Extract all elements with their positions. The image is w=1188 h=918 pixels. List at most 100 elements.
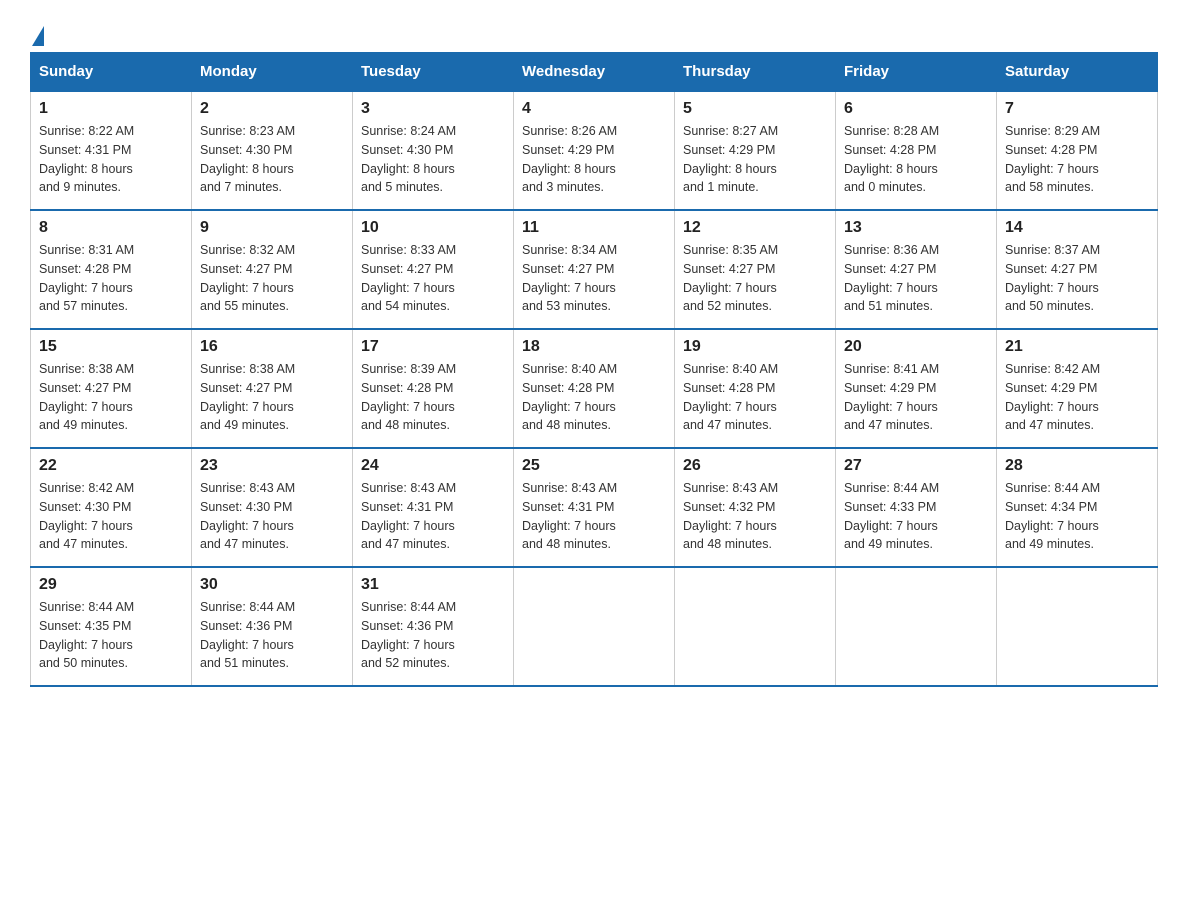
calendar-cell: 7 Sunrise: 8:29 AMSunset: 4:28 PMDaylight…: [997, 91, 1158, 210]
day-number: 19: [683, 338, 827, 356]
day-number: 5: [683, 100, 827, 118]
calendar-cell: [997, 567, 1158, 686]
calendar-cell: 5 Sunrise: 8:27 AMSunset: 4:29 PMDaylight…: [675, 91, 836, 210]
day-number: 26: [683, 457, 827, 475]
day-number: 31: [361, 576, 505, 594]
day-info: Sunrise: 8:36 AMSunset: 4:27 PMDaylight:…: [844, 241, 988, 316]
column-header-friday: Friday: [836, 53, 997, 92]
day-number: 27: [844, 457, 988, 475]
calendar-cell: 29 Sunrise: 8:44 AMSunset: 4:35 PMDayligh…: [31, 567, 192, 686]
day-number: 6: [844, 100, 988, 118]
day-number: 8: [39, 219, 183, 237]
calendar-cell: 9 Sunrise: 8:32 AMSunset: 4:27 PMDaylight…: [192, 210, 353, 329]
day-info: Sunrise: 8:42 AMSunset: 4:29 PMDaylight:…: [1005, 360, 1149, 435]
day-info: Sunrise: 8:29 AMSunset: 4:28 PMDaylight:…: [1005, 122, 1149, 197]
day-number: 23: [200, 457, 344, 475]
calendar-cell: 11 Sunrise: 8:34 AMSunset: 4:27 PMDayligh…: [514, 210, 675, 329]
calendar-cell: [675, 567, 836, 686]
day-info: Sunrise: 8:31 AMSunset: 4:28 PMDaylight:…: [39, 241, 183, 316]
calendar-cell: 8 Sunrise: 8:31 AMSunset: 4:28 PMDaylight…: [31, 210, 192, 329]
column-header-wednesday: Wednesday: [514, 53, 675, 92]
calendar-cell: 20 Sunrise: 8:41 AMSunset: 4:29 PMDayligh…: [836, 329, 997, 448]
day-number: 16: [200, 338, 344, 356]
calendar-cell: 12 Sunrise: 8:35 AMSunset: 4:27 PMDayligh…: [675, 210, 836, 329]
calendar-cell: 17 Sunrise: 8:39 AMSunset: 4:28 PMDayligh…: [353, 329, 514, 448]
day-number: 10: [361, 219, 505, 237]
day-number: 7: [1005, 100, 1149, 118]
calendar-cell: 27 Sunrise: 8:44 AMSunset: 4:33 PMDayligh…: [836, 448, 997, 567]
calendar-table: SundayMondayTuesdayWednesdayThursdayFrid…: [30, 52, 1158, 687]
day-number: 24: [361, 457, 505, 475]
day-number: 20: [844, 338, 988, 356]
day-info: Sunrise: 8:28 AMSunset: 4:28 PMDaylight:…: [844, 122, 988, 197]
header: [30, 20, 1158, 42]
day-info: Sunrise: 8:43 AMSunset: 4:30 PMDaylight:…: [200, 479, 344, 554]
calendar-cell: 16Sunrise: 8:38 AMSunset: 4:27 PMDayligh…: [192, 329, 353, 448]
day-number: 12: [683, 219, 827, 237]
day-info: Sunrise: 8:40 AMSunset: 4:28 PMDaylight:…: [522, 360, 666, 435]
calendar-cell: 26Sunrise: 8:43 AMSunset: 4:32 PMDayligh…: [675, 448, 836, 567]
day-info: Sunrise: 8:42 AMSunset: 4:30 PMDaylight:…: [39, 479, 183, 554]
calendar-cell: 22 Sunrise: 8:42 AMSunset: 4:30 PMDayligh…: [31, 448, 192, 567]
day-number: 9: [200, 219, 344, 237]
column-header-sunday: Sunday: [31, 53, 192, 92]
column-header-tuesday: Tuesday: [353, 53, 514, 92]
calendar-cell: 1Sunrise: 8:22 AMSunset: 4:31 PMDaylight…: [31, 91, 192, 210]
calendar-cell: 10 Sunrise: 8:33 AMSunset: 4:27 PMDayligh…: [353, 210, 514, 329]
calendar-cell: [514, 567, 675, 686]
day-number: 11: [522, 219, 666, 237]
week-row-4: 22 Sunrise: 8:42 AMSunset: 4:30 PMDayligh…: [31, 448, 1158, 567]
calendar-cell: [836, 567, 997, 686]
day-info: Sunrise: 8:44 AMSunset: 4:35 PMDaylight:…: [39, 598, 183, 673]
day-number: 4: [522, 100, 666, 118]
week-row-5: 29 Sunrise: 8:44 AMSunset: 4:35 PMDayligh…: [31, 567, 1158, 686]
calendar-cell: 31 Sunrise: 8:44 AMSunset: 4:36 PMDayligh…: [353, 567, 514, 686]
day-number: 28: [1005, 457, 1149, 475]
day-info: Sunrise: 8:23 AMSunset: 4:30 PMDaylight:…: [200, 122, 344, 197]
week-row-3: 15Sunrise: 8:38 AMSunset: 4:27 PMDayligh…: [31, 329, 1158, 448]
day-number: 17: [361, 338, 505, 356]
day-info: Sunrise: 8:27 AMSunset: 4:29 PMDaylight:…: [683, 122, 827, 197]
day-info: Sunrise: 8:22 AMSunset: 4:31 PMDaylight:…: [39, 122, 183, 197]
day-info: Sunrise: 8:44 AMSunset: 4:36 PMDaylight:…: [361, 598, 505, 673]
day-number: 14: [1005, 219, 1149, 237]
day-info: Sunrise: 8:35 AMSunset: 4:27 PMDaylight:…: [683, 241, 827, 316]
logo-triangle-icon: [32, 26, 44, 46]
day-number: 21: [1005, 338, 1149, 356]
day-info: Sunrise: 8:40 AMSunset: 4:28 PMDaylight:…: [683, 360, 827, 435]
day-number: 18: [522, 338, 666, 356]
calendar-cell: 19 Sunrise: 8:40 AMSunset: 4:28 PMDayligh…: [675, 329, 836, 448]
day-number: 25: [522, 457, 666, 475]
day-info: Sunrise: 8:24 AMSunset: 4:30 PMDaylight:…: [361, 122, 505, 197]
week-row-2: 8 Sunrise: 8:31 AMSunset: 4:28 PMDaylight…: [31, 210, 1158, 329]
calendar-cell: 28Sunrise: 8:44 AMSunset: 4:34 PMDayligh…: [997, 448, 1158, 567]
calendar-cell: 15Sunrise: 8:38 AMSunset: 4:27 PMDayligh…: [31, 329, 192, 448]
day-info: Sunrise: 8:37 AMSunset: 4:27 PMDaylight:…: [1005, 241, 1149, 316]
column-header-thursday: Thursday: [675, 53, 836, 92]
header-row: SundayMondayTuesdayWednesdayThursdayFrid…: [31, 53, 1158, 92]
day-info: Sunrise: 8:32 AMSunset: 4:27 PMDaylight:…: [200, 241, 344, 316]
day-info: Sunrise: 8:43 AMSunset: 4:31 PMDaylight:…: [361, 479, 505, 554]
day-info: Sunrise: 8:33 AMSunset: 4:27 PMDaylight:…: [361, 241, 505, 316]
day-info: Sunrise: 8:44 AMSunset: 4:36 PMDaylight:…: [200, 598, 344, 673]
calendar-cell: 2 Sunrise: 8:23 AMSunset: 4:30 PMDaylight…: [192, 91, 353, 210]
day-number: 22: [39, 457, 183, 475]
day-info: Sunrise: 8:44 AMSunset: 4:33 PMDaylight:…: [844, 479, 988, 554]
calendar-cell: 25 Sunrise: 8:43 AMSunset: 4:31 PMDayligh…: [514, 448, 675, 567]
calendar-cell: 13Sunrise: 8:36 AMSunset: 4:27 PMDayligh…: [836, 210, 997, 329]
calendar-cell: 30Sunrise: 8:44 AMSunset: 4:36 PMDayligh…: [192, 567, 353, 686]
calendar-cell: 4 Sunrise: 8:26 AMSunset: 4:29 PMDaylight…: [514, 91, 675, 210]
column-header-saturday: Saturday: [997, 53, 1158, 92]
calendar-cell: 3Sunrise: 8:24 AMSunset: 4:30 PMDaylight…: [353, 91, 514, 210]
calendar-cell: 18 Sunrise: 8:40 AMSunset: 4:28 PMDayligh…: [514, 329, 675, 448]
day-number: 2: [200, 100, 344, 118]
column-header-monday: Monday: [192, 53, 353, 92]
day-number: 29: [39, 576, 183, 594]
calendar-cell: 14 Sunrise: 8:37 AMSunset: 4:27 PMDayligh…: [997, 210, 1158, 329]
day-info: Sunrise: 8:34 AMSunset: 4:27 PMDaylight:…: [522, 241, 666, 316]
day-info: Sunrise: 8:39 AMSunset: 4:28 PMDaylight:…: [361, 360, 505, 435]
calendar-cell: 6 Sunrise: 8:28 AMSunset: 4:28 PMDaylight…: [836, 91, 997, 210]
day-info: Sunrise: 8:26 AMSunset: 4:29 PMDaylight:…: [522, 122, 666, 197]
day-info: Sunrise: 8:41 AMSunset: 4:29 PMDaylight:…: [844, 360, 988, 435]
day-info: Sunrise: 8:43 AMSunset: 4:31 PMDaylight:…: [522, 479, 666, 554]
